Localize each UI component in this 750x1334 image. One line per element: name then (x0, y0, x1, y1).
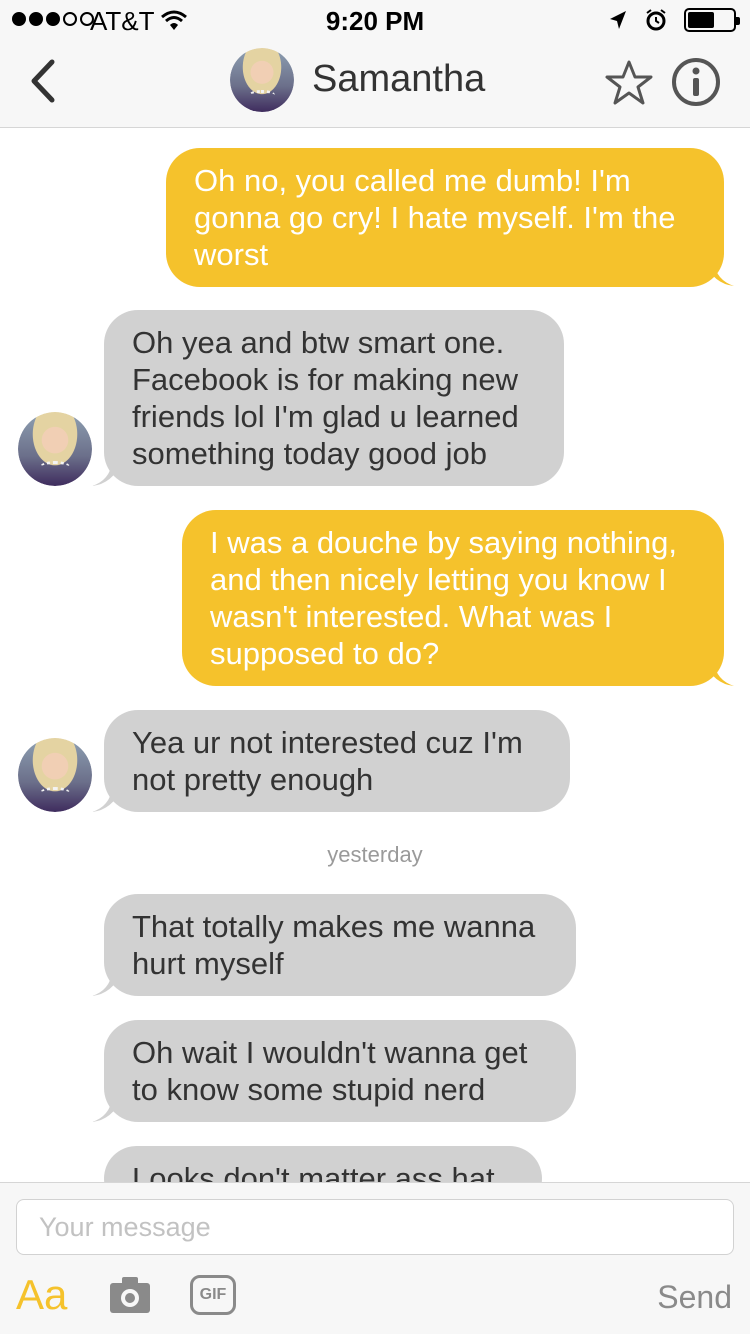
gif-button[interactable]: GIF (190, 1275, 236, 1315)
status-bar: AT&T 9:20 PM (0, 0, 750, 40)
bubble-tail (92, 788, 122, 812)
message-composer: Aa GIF Send (0, 1182, 750, 1334)
incoming-message[interactable]: Yea ur not interested cuz I'm not pretty… (104, 710, 570, 812)
bubble-tail (92, 972, 122, 996)
alarm-icon (646, 9, 666, 31)
back-chevron-icon[interactable] (26, 56, 60, 106)
avatar[interactable] (230, 48, 294, 112)
bubble-tail (704, 662, 734, 686)
message-input[interactable] (16, 1199, 734, 1255)
incoming-message[interactable]: Oh yea and btw smart one. Facebook is fo… (104, 310, 564, 486)
avatar[interactable] (18, 738, 92, 812)
bubble-tail (92, 1098, 122, 1122)
avatar[interactable] (18, 412, 92, 486)
info-icon[interactable] (670, 56, 722, 108)
location-arrow-icon (610, 11, 626, 29)
timestamp-divider: yesterday (327, 842, 423, 867)
navigation-header: AT&T 9:20 PM Samantha (0, 0, 750, 128)
incoming-message[interactable]: Oh wait I wouldn't wanna get to know som… (104, 1020, 576, 1122)
incoming-message[interactable]: That totally makes me wanna hurt myself (104, 894, 576, 996)
battery-icon (684, 8, 740, 32)
outgoing-message[interactable]: I was a douche by saying nothing, and th… (182, 510, 724, 686)
bubble-tail (92, 462, 122, 486)
bubble-tail (704, 262, 734, 286)
outgoing-message[interactable]: Oh no, you called me dumb! I'm gonna go … (166, 148, 724, 287)
page-title[interactable]: Samantha (312, 58, 485, 101)
camera-icon[interactable] (108, 1275, 152, 1315)
star-icon[interactable] (604, 58, 654, 108)
font-style-button[interactable]: Aa (16, 1271, 67, 1319)
send-button[interactable]: Send (657, 1279, 732, 1316)
